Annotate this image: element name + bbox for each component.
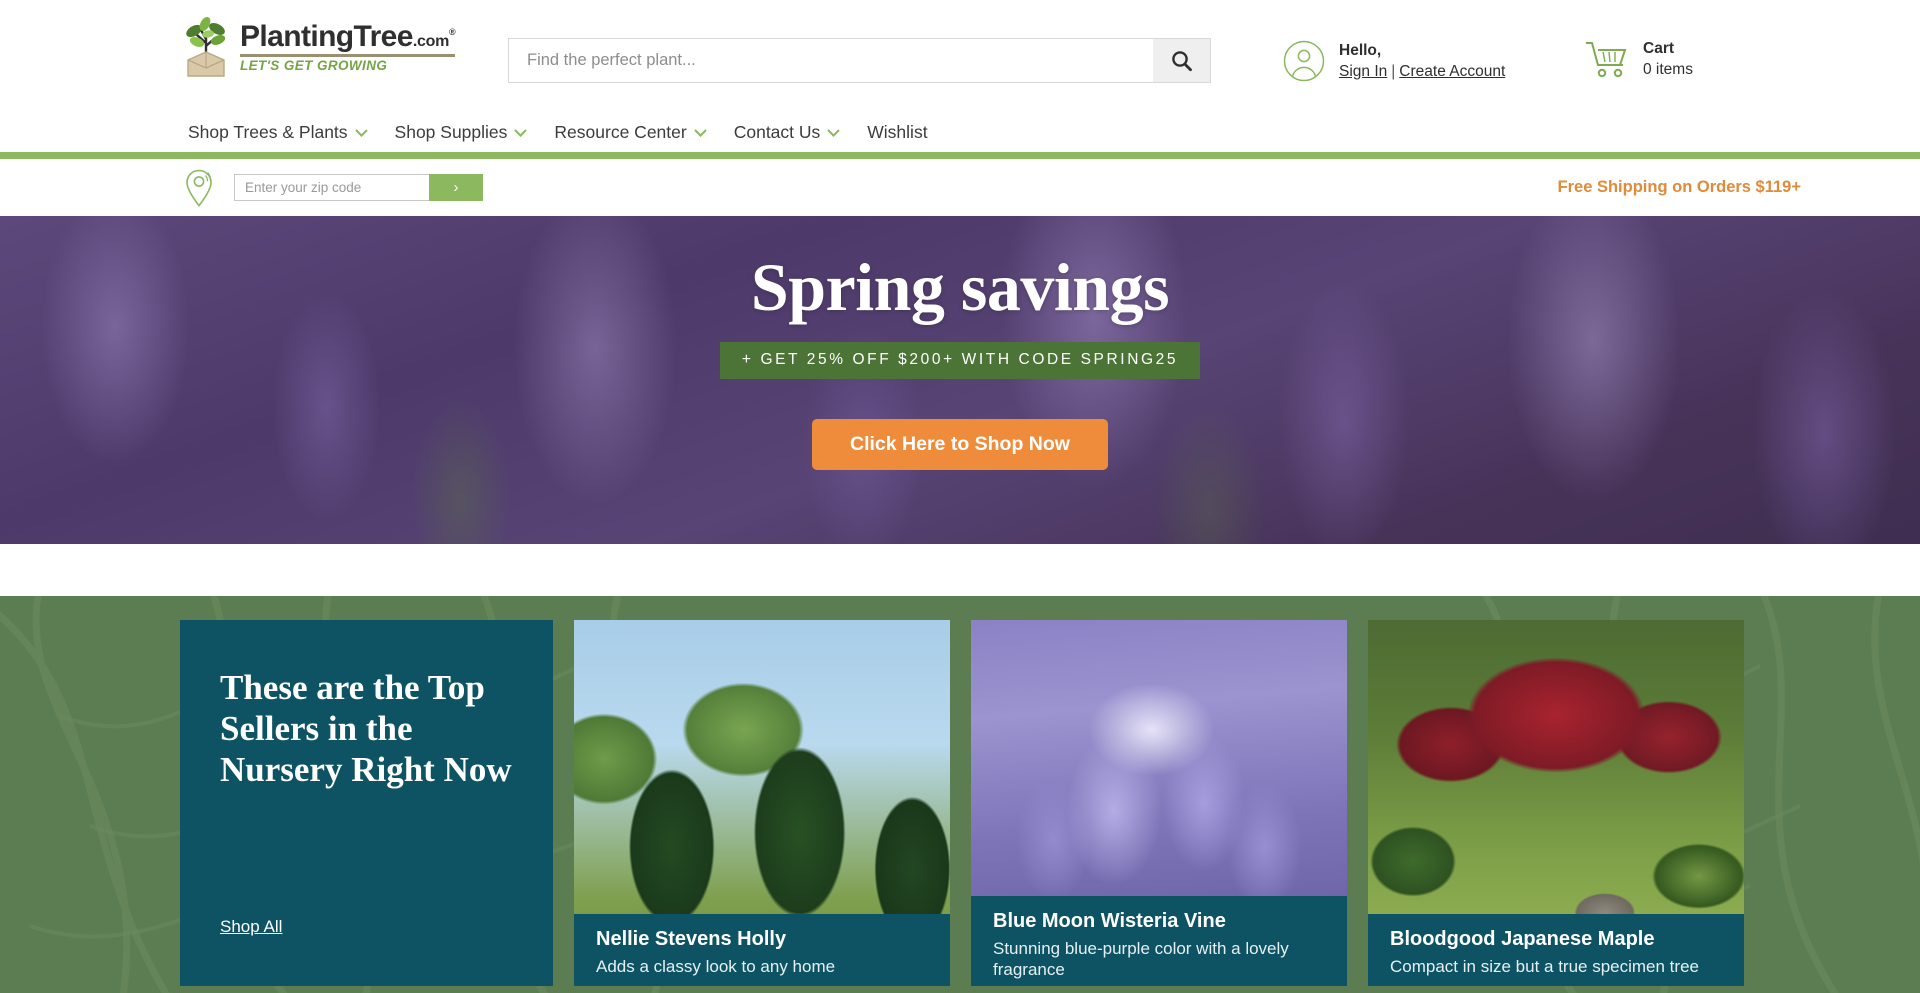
hero-shop-now-button[interactable]: Click Here to Shop Now bbox=[812, 419, 1108, 471]
nav-label: Wishlist bbox=[867, 122, 928, 142]
nav-label: Contact Us bbox=[733, 122, 821, 142]
product-name: Bloodgood Japanese Maple bbox=[1390, 928, 1655, 950]
logo-dotcom: .com bbox=[412, 33, 450, 50]
zip-field: › bbox=[234, 174, 483, 201]
chevron-down-icon bbox=[514, 128, 528, 137]
search-icon bbox=[1171, 50, 1192, 71]
nav-label: Shop Supplies bbox=[394, 122, 508, 142]
nav-label: Resource Center bbox=[554, 122, 687, 142]
top-sellers-promo-title: These are the Top Sellers in the Nursery… bbox=[220, 668, 512, 789]
nav-item-wishlist[interactable]: Wishlist bbox=[867, 122, 927, 143]
create-account-link[interactable]: Create Account bbox=[1399, 63, 1505, 80]
sign-in-link[interactable]: Sign In bbox=[1339, 63, 1387, 80]
shop-all-link[interactable]: Shop All bbox=[220, 917, 282, 937]
section-spacer bbox=[0, 544, 1920, 596]
green-divider-band bbox=[0, 152, 1920, 159]
product-description: Adds a classy look to any home bbox=[596, 957, 836, 976]
product-card-bloodgood-japanese-maple[interactable]: Bloodgood Japanese Maple Compact in size… bbox=[1368, 620, 1744, 986]
shopping-cart-icon bbox=[1584, 42, 1627, 78]
nav-item-contact-us[interactable]: Contact Us bbox=[734, 122, 841, 143]
cart-area[interactable]: Cart 0 items bbox=[1583, 38, 1693, 80]
account-greeting: Hello, bbox=[1339, 42, 1382, 60]
product-description: Stunning blue-purple color with a lovely… bbox=[993, 939, 1289, 980]
site-search bbox=[508, 38, 1211, 83]
user-circle-icon bbox=[1283, 40, 1325, 82]
logo-divider bbox=[240, 54, 456, 57]
product-caption: Blue Moon Wisteria Vine Stunning blue-pu… bbox=[971, 896, 1347, 986]
site-header: PlantingTree.com® LET'S GET GROWING Hell… bbox=[0, 0, 1920, 113]
search-input[interactable] bbox=[508, 38, 1153, 83]
zip-entry-group: › bbox=[183, 168, 483, 208]
location-pin-icon bbox=[186, 169, 212, 207]
cart-label: Cart bbox=[1643, 40, 1675, 58]
chevron-down-icon bbox=[827, 128, 840, 137]
product-description: Compact in size but a true specimen tree bbox=[1390, 957, 1699, 976]
product-card-blue-moon-wisteria-vine[interactable]: Blue Moon Wisteria Vine Stunning blue-pu… bbox=[971, 620, 1347, 986]
main-navigation: Shop Trees & Plants Shop Supplies Resour… bbox=[0, 113, 1920, 152]
account-links: Sign In | Create Account bbox=[1339, 63, 1505, 80]
search-button[interactable] bbox=[1153, 38, 1211, 83]
account-link-separator: | bbox=[1391, 62, 1396, 80]
cart-item-count: 0 items bbox=[1643, 60, 1693, 78]
product-caption: Nellie Stevens Holly Adds a classy look … bbox=[574, 914, 950, 986]
logo-trademark: ® bbox=[449, 27, 456, 37]
product-caption: Bloodgood Japanese Maple Compact in size… bbox=[1368, 914, 1744, 986]
zip-submit-button[interactable]: › bbox=[429, 174, 483, 201]
hero-banner: Spring savings + GET 25% OFF $200+ WITH … bbox=[0, 216, 1920, 544]
top-sellers-promo-card: These are the Top Sellers in the Nursery… bbox=[180, 620, 553, 986]
product-card-nellie-stevens-holly[interactable]: Nellie Stevens Holly Adds a classy look … bbox=[574, 620, 950, 986]
zip-shipping-bar: › Free Shipping on Orders $119+ bbox=[0, 159, 1920, 216]
product-name: Blue Moon Wisteria Vine bbox=[993, 910, 1226, 932]
tree-logo-icon bbox=[186, 17, 226, 77]
top-sellers-section: These are the Top Sellers in the Nursery… bbox=[0, 596, 1920, 993]
account-area: Hello, Sign In | Create Account bbox=[1283, 40, 1505, 82]
hero-title: Spring savings bbox=[750, 249, 1170, 325]
nav-item-shop-supplies[interactable]: Shop Supplies bbox=[395, 122, 528, 143]
logo-tagline: LET'S GET GROWING bbox=[240, 57, 388, 73]
product-name: Nellie Stevens Holly bbox=[596, 928, 787, 950]
free-shipping-message: Free Shipping on Orders $119+ bbox=[1557, 178, 1801, 196]
zip-code-input[interactable] bbox=[234, 174, 429, 201]
nav-label: Shop Trees & Plants bbox=[188, 122, 348, 142]
nav-item-resource-center[interactable]: Resource Center bbox=[554, 122, 707, 143]
logo-name: PlantingTree bbox=[240, 20, 413, 53]
chevron-down-icon bbox=[694, 128, 707, 137]
hero-promo-code-badge: + GET 25% OFF $200+ WITH CODE SPRING25 bbox=[719, 342, 1201, 380]
chevron-down-icon bbox=[354, 128, 368, 137]
site-logo[interactable]: PlantingTree.com® LET'S GET GROWING bbox=[178, 16, 456, 80]
nav-item-shop-trees-plants[interactable]: Shop Trees & Plants bbox=[188, 122, 368, 143]
